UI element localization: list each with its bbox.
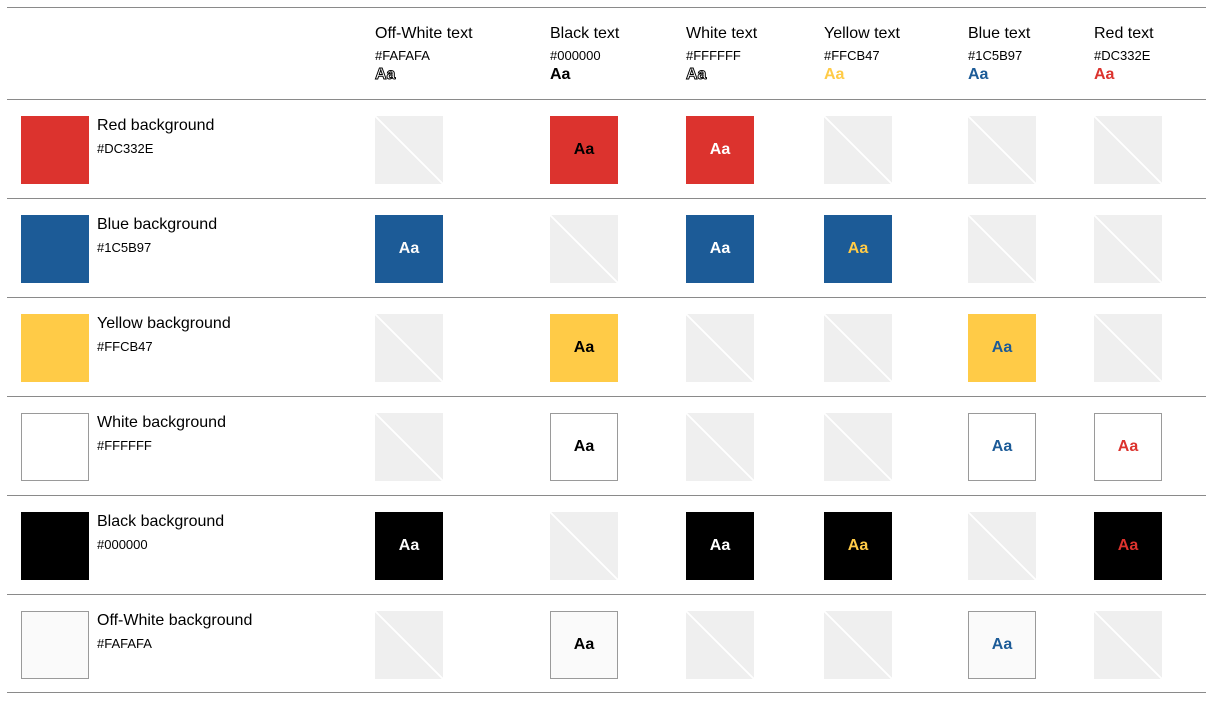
column-hex-code: #FFCB47 <box>824 48 880 63</box>
not-applicable-cell <box>824 611 892 679</box>
column-hex-code: #DC332E <box>1094 48 1151 63</box>
not-applicable-cell <box>686 314 754 382</box>
contrast-sample-cell: Aa <box>550 116 618 184</box>
row-title: Red background <box>97 117 215 134</box>
not-applicable-cell <box>968 116 1036 184</box>
contrast-sample-cell: Aa <box>375 215 443 283</box>
column-hex-code: #FAFAFA <box>375 48 430 63</box>
not-applicable-cell <box>1094 314 1162 382</box>
row-title: Off-White background <box>97 612 253 629</box>
column-text-sample: Aa <box>1094 66 1115 83</box>
contrast-sample-cell: Aa <box>375 512 443 580</box>
not-applicable-cell <box>824 116 892 184</box>
column-hex-code: #000000 <box>550 48 601 63</box>
not-applicable-cell <box>550 215 618 283</box>
contrast-sample-cell: Aa <box>686 116 754 184</box>
not-applicable-cell <box>375 314 443 382</box>
contrast-sample-cell: Aa <box>1094 413 1162 481</box>
background-swatch <box>21 512 89 580</box>
not-applicable-cell <box>824 413 892 481</box>
row-hex-code: #FFCB47 <box>97 339 153 354</box>
column-text-sample: Aa <box>968 66 989 83</box>
not-applicable-cell <box>686 413 754 481</box>
not-applicable-cell <box>968 215 1036 283</box>
column-hex-code: #1C5B97 <box>968 48 1023 63</box>
column-text-sample: Aa <box>824 66 845 83</box>
row-blue-background: Blue background #1C5B97 Aa Aa Aa <box>7 198 1206 297</box>
column-text-sample: Aa <box>550 66 571 83</box>
column-title: White text <box>686 25 758 42</box>
contrast-sample-cell: Aa <box>824 512 892 580</box>
not-applicable-cell <box>1094 116 1162 184</box>
column-title: Yellow text <box>824 25 900 42</box>
contrast-sample-cell: Aa <box>550 611 618 679</box>
row-title: Blue background <box>97 216 218 233</box>
not-applicable-cell <box>375 611 443 679</box>
row-hex-code: #FAFAFA <box>97 636 152 651</box>
contrast-sample-cell: Aa <box>686 512 754 580</box>
column-title: Black text <box>550 25 620 42</box>
contrast-sample-cell: Aa <box>968 611 1036 679</box>
contrast-sample-cell: Aa <box>968 413 1036 481</box>
row-yellow-background: Yellow background #FFCB47 Aa Aa <box>7 297 1206 396</box>
row-hex-code: #000000 <box>97 537 148 552</box>
column-hex-code: #FFFFFF <box>686 48 741 63</box>
background-swatch <box>21 314 89 382</box>
contrast-sample-cell: Aa <box>550 413 618 481</box>
color-contrast-grid: Off-White text #FAFAFA Aa Black text #000000… <box>7 7 1206 693</box>
background-swatch <box>21 611 89 679</box>
column-text-sample: Aa <box>374 66 396 84</box>
row-off-white-background: Off-White background #FAFAFA Aa Aa <box>7 594 1206 693</box>
not-applicable-cell <box>375 116 443 184</box>
column-title: Red text <box>1094 25 1154 42</box>
contrast-sample-cell: Aa <box>968 314 1036 382</box>
row-title: Yellow background <box>97 315 231 332</box>
background-swatch <box>21 116 89 184</box>
contrast-sample-cell: Aa <box>1094 512 1162 580</box>
column-header-row: Off-White text #FAFAFA Aa Black text #000000… <box>7 7 1206 99</box>
row-red-background: Red background #DC332E Aa Aa <box>7 99 1206 198</box>
row-hex-code: #FFFFFF <box>97 438 152 453</box>
not-applicable-cell <box>686 611 754 679</box>
background-swatch <box>21 413 89 481</box>
column-title: Blue text <box>968 25 1031 42</box>
row-white-background: White background #FFFFFF Aa Aa Aa <box>7 396 1206 495</box>
not-applicable-cell <box>1094 215 1162 283</box>
row-title: White background <box>97 414 226 431</box>
not-applicable-cell <box>1094 611 1162 679</box>
not-applicable-cell <box>824 314 892 382</box>
background-swatch <box>21 215 89 283</box>
row-hex-code: #DC332E <box>97 141 154 156</box>
contrast-sample-cell: Aa <box>824 215 892 283</box>
contrast-sample-cell: Aa <box>686 215 754 283</box>
contrast-sample-cell: Aa <box>550 314 618 382</box>
not-applicable-cell <box>968 512 1036 580</box>
not-applicable-cell <box>550 512 618 580</box>
row-black-background: Black background #000000 Aa Aa Aa Aa <box>7 495 1206 594</box>
row-title: Black background <box>97 513 225 530</box>
not-applicable-cell <box>375 413 443 481</box>
column-text-sample: Aa <box>685 66 707 84</box>
row-hex-code: #1C5B97 <box>97 240 152 255</box>
column-title: Off-White text <box>375 25 473 42</box>
grid-body: Red background #DC332E Aa Aa Blue background… <box>7 99 1206 693</box>
